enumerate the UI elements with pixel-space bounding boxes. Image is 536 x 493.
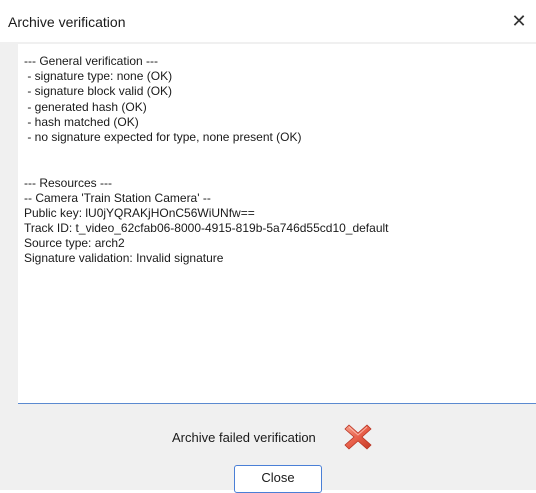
- log-line: - signature block valid (OK): [24, 84, 173, 99]
- log-line: Track ID: t_video_62cfab06-8000-4915-819…: [24, 221, 389, 236]
- status-text: Archive failed verification: [172, 430, 316, 445]
- log-line: Signature validation: Invalid signature: [24, 251, 224, 266]
- window-title: Archive verification: [8, 14, 126, 30]
- status-row: Archive failed verification: [0, 420, 536, 452]
- log-line: Public key: lU0jYQRAKjHOnC56WiUNfw==: [24, 205, 255, 220]
- log-line: --- General verification ---: [24, 54, 159, 68]
- log-line: Source type: arch2: [24, 236, 125, 251]
- fail-cross-icon: [343, 422, 373, 452]
- close-button[interactable]: Close: [234, 465, 322, 493]
- log-line: - generated hash (OK): [24, 99, 147, 114]
- log-line: - hash matched (OK): [24, 114, 139, 129]
- close-window-icon[interactable]: ✕: [506, 8, 532, 34]
- archive-verification-dialog: Archive verification ✕ --- General verif…: [0, 0, 536, 493]
- log-line: - signature type: none (OK): [24, 69, 173, 84]
- log-line: - no signature expected for type, none p…: [24, 129, 302, 144]
- verification-log[interactable]: --- General verification --- - signature…: [18, 44, 536, 404]
- title-bar: Archive verification ✕: [0, 0, 536, 42]
- log-line: --- Resources ---: [24, 175, 113, 190]
- log-line: -- Camera 'Train Station Camera' --: [24, 190, 211, 205]
